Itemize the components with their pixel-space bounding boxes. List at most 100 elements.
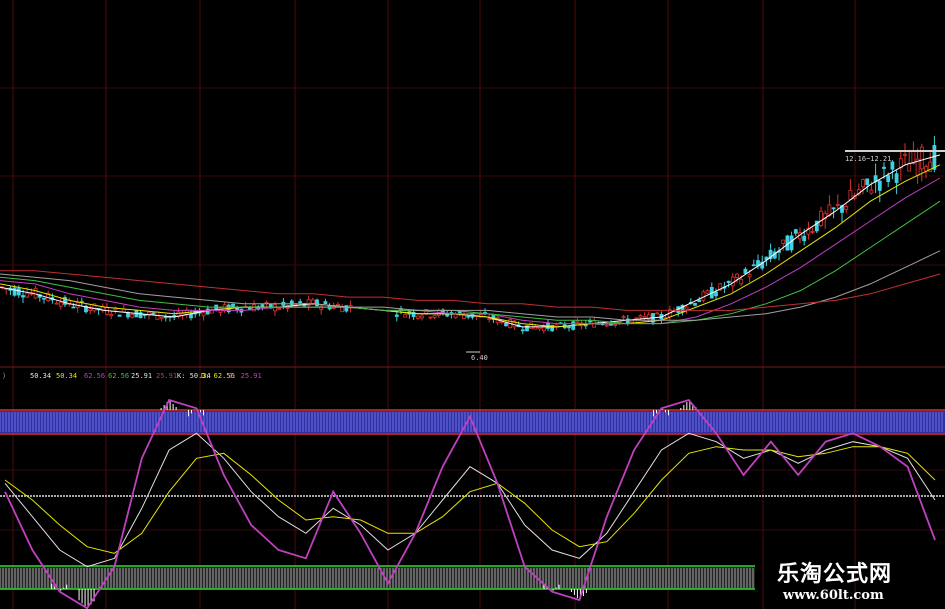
- candle-body: [277, 308, 282, 310]
- candle-body: [25, 292, 30, 298]
- kdj-line-D: [4, 446, 936, 554]
- chart-canvas: [0, 0, 945, 609]
- candle-body: [163, 316, 168, 319]
- candle-body: [835, 204, 840, 206]
- candle-body: [844, 206, 849, 210]
- candle-body: [726, 280, 731, 283]
- candle-body: [819, 210, 823, 226]
- candle-body: [642, 315, 647, 319]
- candle-body: [21, 295, 25, 298]
- candle-body: [613, 323, 618, 326]
- candle-body: [201, 312, 206, 317]
- candle-body: [117, 314, 122, 317]
- candle-body: [415, 315, 420, 319]
- candle-body: [735, 273, 739, 278]
- candle-body: [16, 288, 21, 296]
- kdj-label-4: 62.56: [108, 372, 130, 380]
- ma-line-5: [0, 270, 941, 311]
- candle-body: [529, 322, 534, 329]
- candle-body: [151, 312, 156, 315]
- price-low-label: 6.40: [471, 354, 488, 362]
- candle-body: [848, 190, 853, 200]
- candle-body: [205, 308, 210, 315]
- candle-body: [907, 162, 912, 172]
- candle-body: [487, 318, 492, 320]
- candle-body: [298, 301, 303, 303]
- candle-body: [575, 320, 580, 323]
- kdj-label-3: 62.56: [84, 372, 106, 380]
- candle-body: [621, 316, 626, 319]
- candle-body: [751, 264, 756, 267]
- candle-body: [323, 301, 328, 305]
- candle-body: [126, 312, 130, 318]
- candle-body: [793, 229, 798, 234]
- ma-line-4: [0, 250, 941, 321]
- candle-body: [810, 231, 815, 233]
- kdj-label-2: 50.34: [56, 372, 78, 380]
- kdj-label-1: 50.34: [30, 372, 52, 380]
- candle-body: [428, 316, 433, 319]
- candle-body: [730, 276, 735, 287]
- kdj-label-5: 25.91: [131, 372, 153, 380]
- candle-body: [33, 287, 38, 299]
- candle-body: [445, 313, 450, 317]
- candle-body: [638, 315, 643, 318]
- candle-body: [504, 322, 508, 327]
- ma-line-0: [0, 154, 941, 328]
- candle-body: [159, 317, 164, 320]
- candle-body: [869, 189, 874, 194]
- candle-body: [684, 306, 689, 310]
- stock-chart-window: ) 50.34 50.34 62.56 62.56 25.91 25.91 K: 50.34 D…: [0, 0, 945, 609]
- ma-line-3: [0, 200, 941, 325]
- candle-body: [890, 161, 895, 170]
- candle-body: [743, 268, 748, 274]
- candle-body: [394, 314, 399, 317]
- candle-body: [336, 304, 340, 306]
- kdj-label-6: 25.91: [156, 372, 178, 380]
- candle-body: [932, 145, 937, 170]
- candle-body: [567, 326, 571, 329]
- candle-body: [403, 313, 408, 318]
- candle-body: [886, 175, 891, 182]
- candle-body: [420, 315, 424, 319]
- candle-body: [436, 310, 441, 316]
- candle-body: [457, 311, 462, 314]
- candle-body: [88, 308, 93, 311]
- candle-body: [130, 313, 135, 318]
- candle-body: [924, 166, 928, 172]
- candle-body: [894, 173, 899, 183]
- candle-body: [462, 314, 466, 319]
- candle-body: [319, 305, 324, 310]
- candle-body: [865, 178, 870, 185]
- candle-body: [882, 166, 886, 169]
- candle-body: [54, 302, 59, 305]
- watermark-title: 乐淘公式网: [777, 562, 893, 587]
- candle-body: [903, 153, 907, 156]
- candle-body: [714, 291, 718, 297]
- watermark-url: www.60lt.com: [783, 588, 884, 603]
- candle-body: [71, 306, 76, 309]
- candle-body: [911, 150, 916, 164]
- candle-body: [520, 329, 525, 332]
- candle-body: [739, 278, 744, 285]
- candle-body: [109, 314, 114, 317]
- candle-body: [861, 179, 865, 188]
- candle-body: [655, 312, 660, 315]
- candle-body: [466, 315, 471, 318]
- candle-body: [264, 302, 269, 304]
- kdj-label-9: J: 25.91: [228, 372, 262, 380]
- candle-body: [604, 324, 609, 327]
- candle-body: [588, 320, 592, 323]
- candle-body: [789, 235, 794, 251]
- candle-body: [697, 299, 702, 303]
- candle-body: [877, 180, 882, 191]
- candle-body: [747, 274, 752, 278]
- candle-body: [693, 302, 697, 306]
- candle-body: [42, 297, 46, 300]
- candle-body: [12, 287, 17, 296]
- kdj-label-0: ): [2, 372, 7, 380]
- candle-body: [781, 239, 786, 244]
- price-high-label: 12.16~12.21: [845, 155, 892, 163]
- candle-body: [705, 290, 710, 294]
- candle-body: [802, 235, 807, 242]
